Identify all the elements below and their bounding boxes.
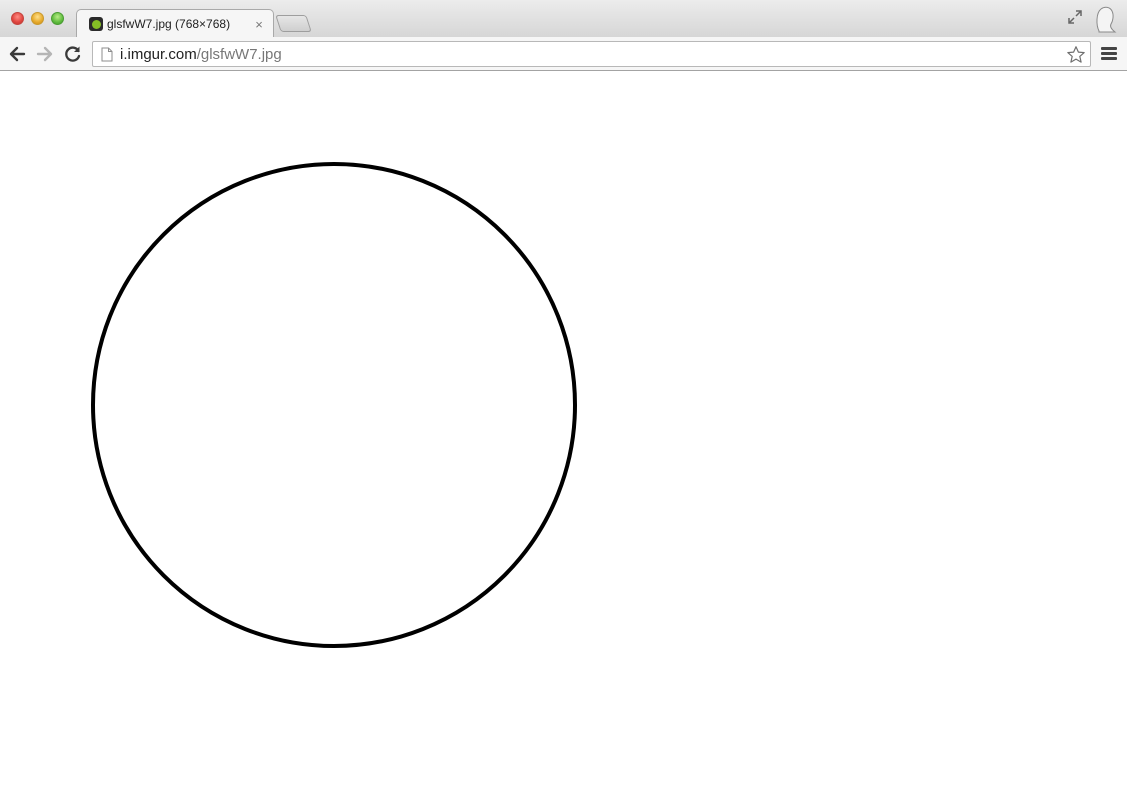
- hamburger-menu-icon[interactable]: [1101, 47, 1117, 61]
- profile-avatar-icon[interactable]: [1093, 5, 1117, 35]
- url-text[interactable]: i.imgur.com/glsfwW7.jpg: [120, 47, 282, 63]
- tab-title: glsfwW7.jpg (768×768): [107, 17, 231, 31]
- back-arrow-icon[interactable]: [7, 44, 27, 64]
- window-close-button[interactable]: [11, 12, 24, 25]
- browser-toolbar: i.imgur.com/glsfwW7.jpg: [0, 37, 1127, 71]
- imgur-favicon-icon: [89, 17, 103, 31]
- forward-arrow-icon[interactable]: [35, 44, 55, 64]
- page-document-icon: [101, 47, 113, 62]
- window-zoom-button[interactable]: [51, 12, 64, 25]
- circle-image: [91, 162, 577, 648]
- page-content: [0, 72, 1127, 811]
- circle-outline: [91, 162, 577, 648]
- address-bar[interactable]: i.imgur.com/glsfwW7.jpg: [92, 41, 1091, 67]
- fullscreen-icon[interactable]: [1067, 9, 1083, 25]
- url-host: i.imgur.com: [120, 46, 197, 63]
- new-tab-button[interactable]: [275, 15, 312, 32]
- reload-icon[interactable]: [63, 44, 83, 64]
- url-path: /glsfwW7.jpg: [196, 46, 282, 63]
- tab-active[interactable]: glsfwW7.jpg (768×768) ×: [76, 9, 274, 38]
- tab-close-icon[interactable]: ×: [253, 17, 265, 32]
- title-bar: glsfwW7.jpg (768×768) ×: [0, 0, 1127, 38]
- bookmark-star-icon[interactable]: [1066, 45, 1086, 65]
- window-minimize-button[interactable]: [31, 12, 44, 25]
